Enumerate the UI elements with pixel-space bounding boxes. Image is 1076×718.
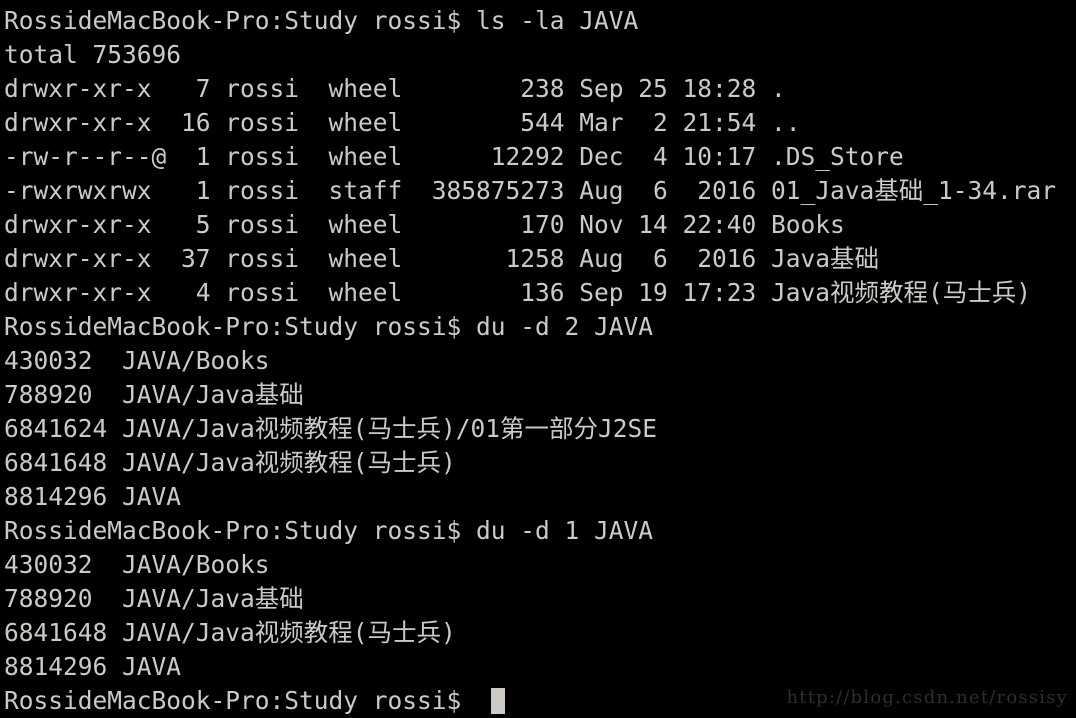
terminal-line-text: drwxr-xr-x 4 rossi wheel 136 Sep 19 17:2… [4,278,1032,307]
terminal-line-text: drwxr-xr-x 7 rossi wheel 238 Sep 25 18:2… [4,74,786,103]
terminal-line: -rw-r--r--@ 1 rossi wheel 12292 Dec 4 10… [4,140,1076,174]
terminal-line-text: -rw-r--r--@ 1 rossi wheel 12292 Dec 4 10… [4,142,904,171]
terminal-line-text: RossideMacBook-Pro:Study rossi$ [4,686,477,715]
terminal-window[interactable]: RossideMacBook-Pro:Study rossi$ ls -la J… [0,0,1076,715]
terminal-line-text: 6841648 JAVA/Java视频教程(马士兵) [4,618,456,647]
terminal-line: -rwxrwxrwx 1 rossi staff 385875273 Aug 6… [4,174,1076,208]
terminal-line-text: 430032 JAVA/Books [4,346,270,375]
terminal-line: 430032 JAVA/Books [4,548,1076,582]
terminal-line: 788920 JAVA/Java基础 [4,378,1076,412]
terminal-line: total 753696 [4,38,1076,72]
terminal-line: drwxr-xr-x 5 rossi wheel 170 Nov 14 22:4… [4,208,1076,242]
terminal-line: drwxr-xr-x 16 rossi wheel 544 Mar 2 21:5… [4,106,1076,140]
terminal-line: RossideMacBook-Pro:Study rossi$ [4,684,1076,718]
terminal-line: drwxr-xr-x 4 rossi wheel 136 Sep 19 17:2… [4,276,1076,310]
terminal-line: drwxr-xr-x 7 rossi wheel 238 Sep 25 18:2… [4,72,1076,106]
terminal-line-text: drwxr-xr-x 5 rossi wheel 170 Nov 14 22:4… [4,210,845,239]
terminal-line-text: 6841648 JAVA/Java视频教程(马士兵) [4,448,456,477]
terminal-line-text: total 753696 [4,40,182,69]
terminal-line: 6841648 JAVA/Java视频教程(马士兵) [4,446,1076,480]
terminal-line: 6841648 JAVA/Java视频教程(马士兵) [4,616,1076,650]
terminal-line-text: RossideMacBook-Pro:Study rossi$ du -d 1 … [4,516,654,545]
terminal-line-text: RossideMacBook-Pro:Study rossi$ ls -la J… [4,6,639,35]
terminal-line: 8814296 JAVA [4,480,1076,514]
terminal-line: 8814296 JAVA [4,650,1076,684]
terminal-line-text: 430032 JAVA/Books [4,550,270,579]
text-cursor [490,688,506,714]
terminal-line-text: 6841624 JAVA/Java视频教程(马士兵)/01第一部分J2SE [4,414,658,443]
terminal-line: 430032 JAVA/Books [4,344,1076,378]
terminal-line: drwxr-xr-x 37 rossi wheel 1258 Aug 6 201… [4,242,1076,276]
terminal-line: RossideMacBook-Pro:Study rossi$ du -d 2 … [4,310,1076,344]
terminal-line: RossideMacBook-Pro:Study rossi$ du -d 1 … [4,514,1076,548]
terminal-line: 6841624 JAVA/Java视频教程(马士兵)/01第一部分J2SE [4,412,1076,446]
terminal-line-text: 8814296 JAVA [4,652,182,681]
terminal-line-text: 788920 JAVA/Java基础 [4,380,304,409]
terminal-line-text: drwxr-xr-x 16 rossi wheel 544 Mar 2 21:5… [4,108,801,137]
terminal-line-text: drwxr-xr-x 37 rossi wheel 1258 Aug 6 201… [4,244,880,273]
terminal-line: RossideMacBook-Pro:Study rossi$ ls -la J… [4,4,1076,38]
terminal-line-text: RossideMacBook-Pro:Study rossi$ du -d 2 … [4,312,654,341]
terminal-line-text: -rwxrwxrwx 1 rossi staff 385875273 Aug 6… [4,176,1057,205]
terminal-line-text: 788920 JAVA/Java基础 [4,584,304,613]
terminal-line-text: 8814296 JAVA [4,482,182,511]
terminal-line: 788920 JAVA/Java基础 [4,582,1076,616]
